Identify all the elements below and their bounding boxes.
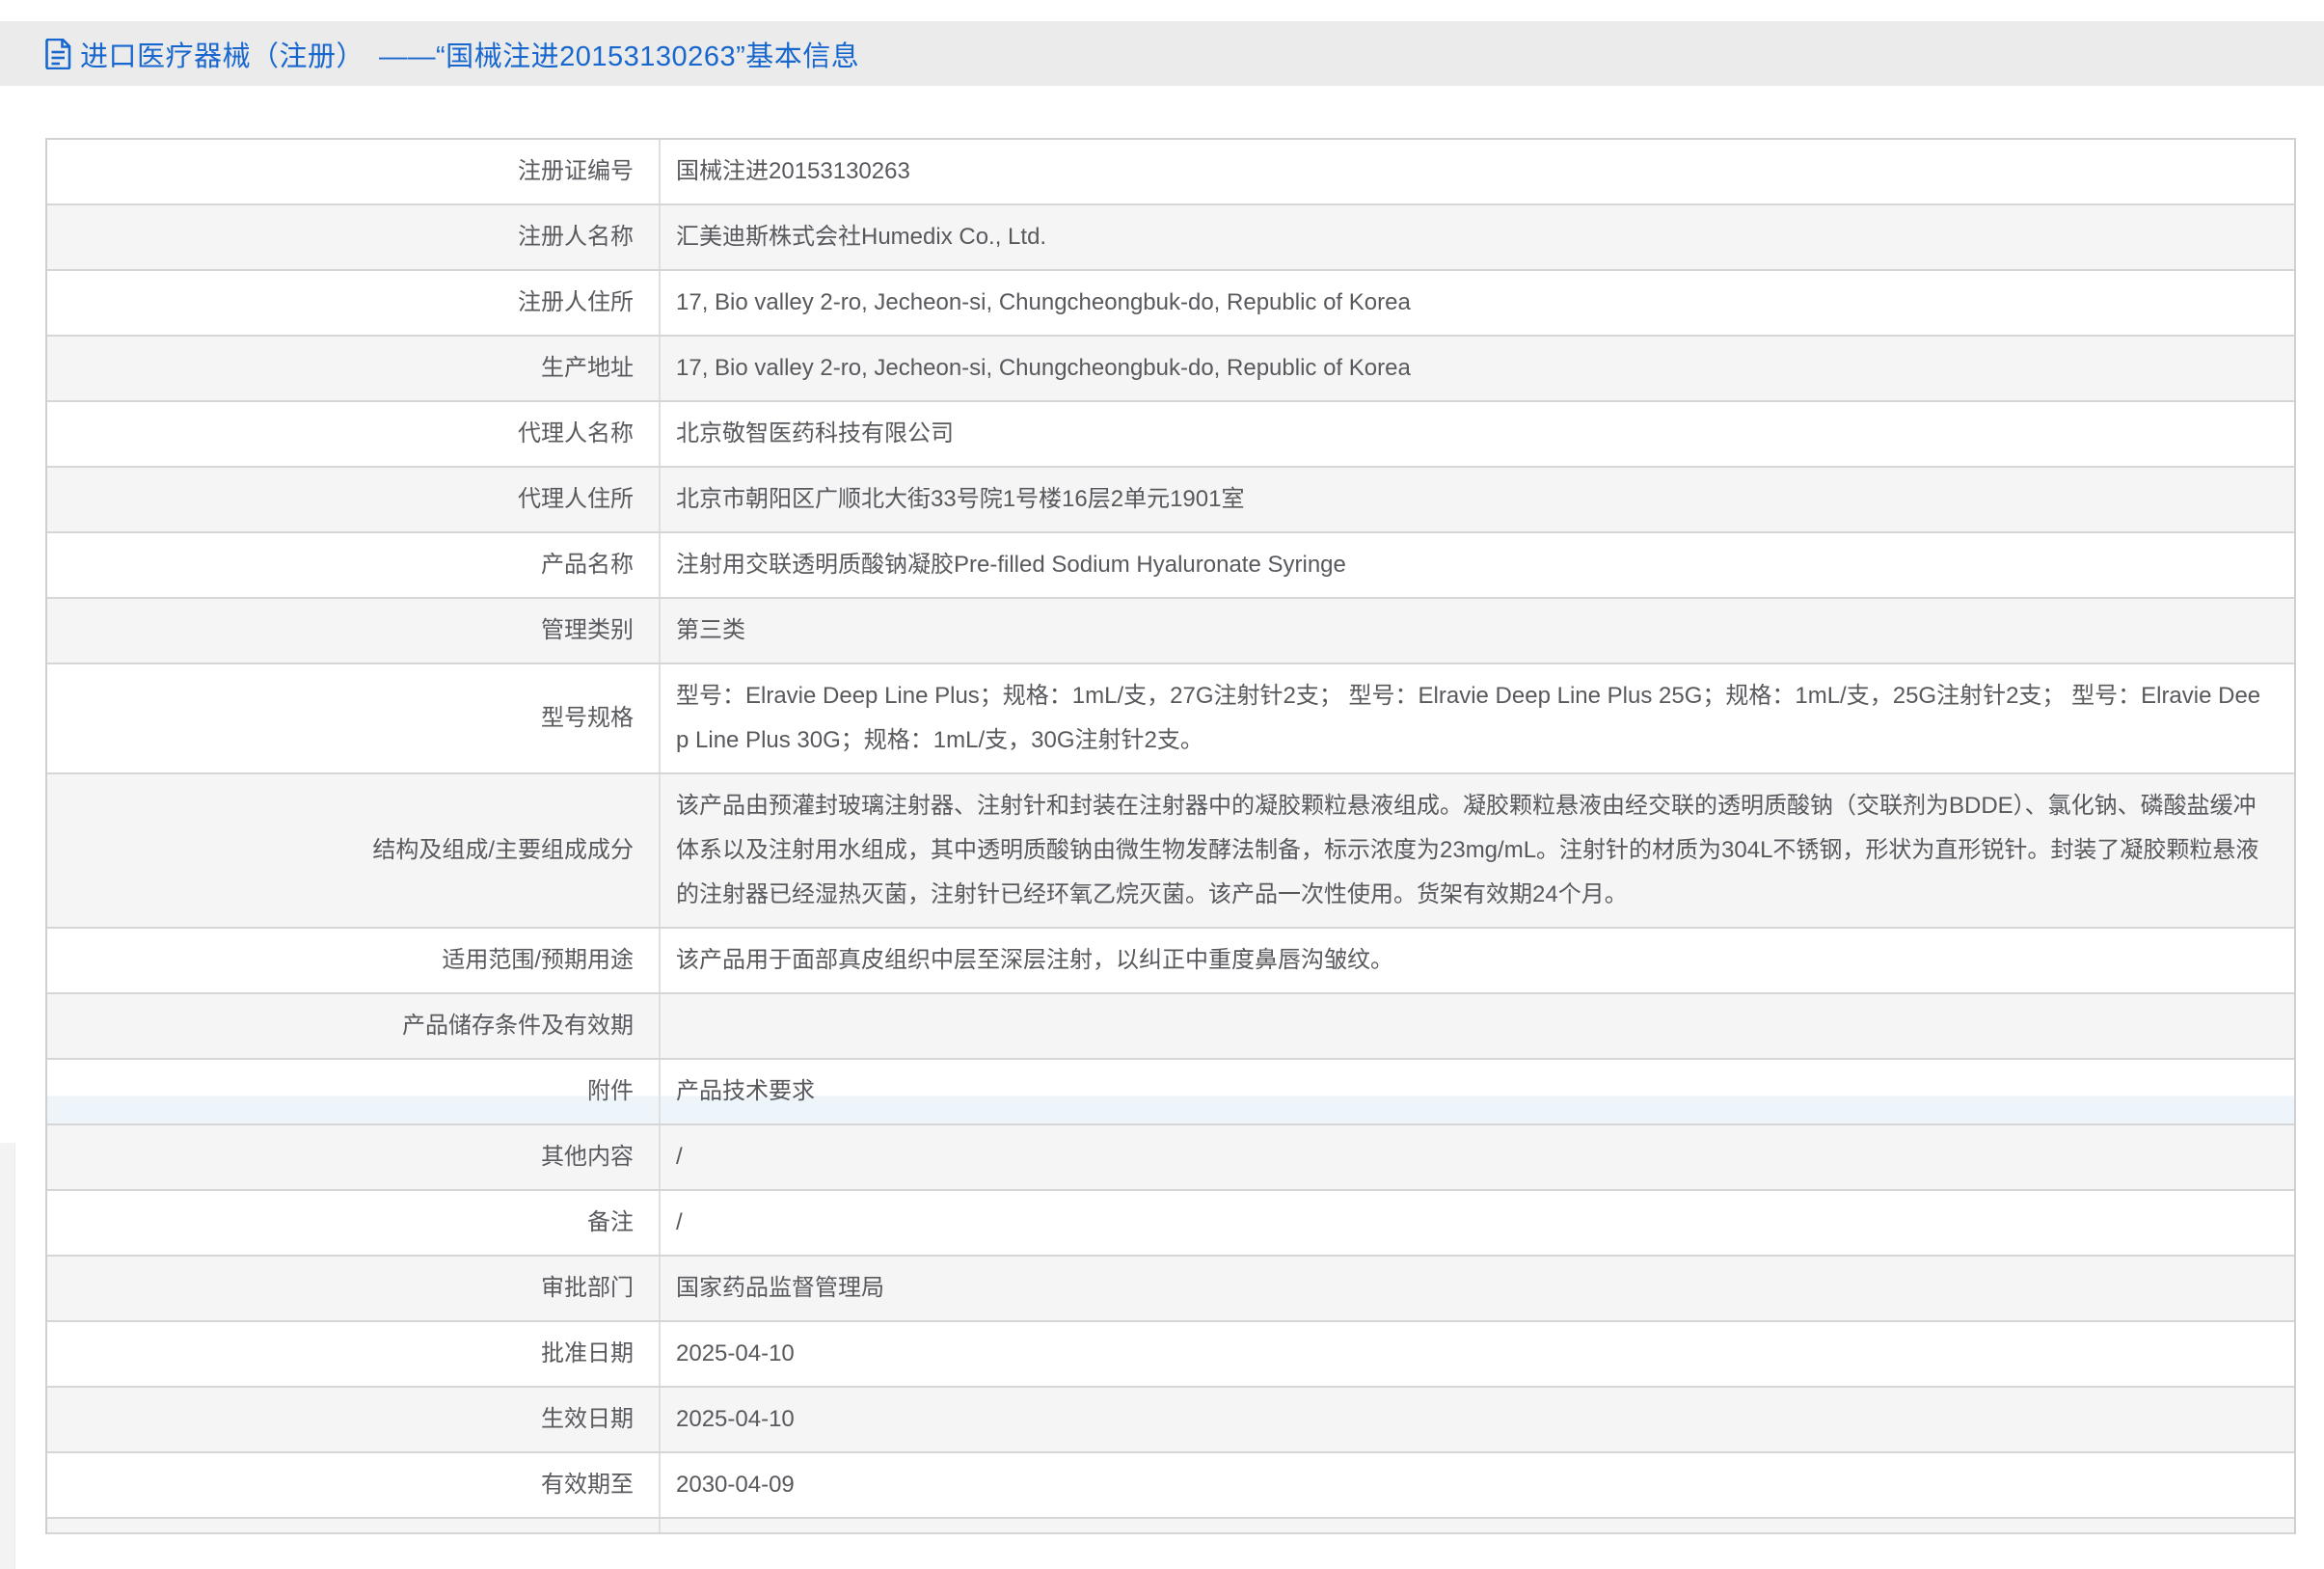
row-label xyxy=(47,1519,661,1532)
table-row: 备注/ xyxy=(47,1191,2294,1257)
row-value: 汇美迪斯株式会社Humedix Co., Ltd. xyxy=(661,205,2294,269)
row-value: 第三类 xyxy=(661,599,2294,663)
row-label: 结构及组成/主要组成成分 xyxy=(47,774,661,927)
table-row: 代理人名称北京敬智医药科技有限公司 xyxy=(47,402,2294,468)
row-label: 型号规格 xyxy=(47,664,661,772)
row-value: 17, Bio valley 2-ro, Jecheon-si, Chungch… xyxy=(661,337,2294,400)
row-value: 国械注进20153130263 xyxy=(661,140,2294,203)
table-row: 注册证编号国械注进20153130263 xyxy=(47,140,2294,205)
table-row: 注册人名称汇美迪斯株式会社Humedix Co., Ltd. xyxy=(47,205,2294,271)
row-value: 17, Bio valley 2-ro, Jecheon-si, Chungch… xyxy=(661,271,2294,335)
row-label: 注册人名称 xyxy=(47,205,661,269)
row-value xyxy=(661,994,2294,1058)
table-row: 生产地址17, Bio valley 2-ro, Jecheon-si, Chu… xyxy=(47,337,2294,402)
row-label: 产品名称 xyxy=(47,533,661,597)
row-label: 生效日期 xyxy=(47,1388,661,1451)
row-value: / xyxy=(661,1191,2294,1255)
row-label: 管理类别 xyxy=(47,599,661,663)
table-row: 有效期至2030-04-09 xyxy=(47,1453,2294,1519)
row-label: 代理人住所 xyxy=(47,468,661,531)
row-label: 批准日期 xyxy=(47,1322,661,1386)
row-label: 生产地址 xyxy=(47,337,661,400)
table-row: 注册人住所17, Bio valley 2-ro, Jecheon-si, Ch… xyxy=(47,271,2294,337)
row-label: 有效期至 xyxy=(47,1453,661,1517)
row-value: 2025-04-10 xyxy=(661,1388,2294,1451)
row-value: 该产品由预灌封玻璃注射器、注射针和封装在注射器中的凝胶颗粒悬液组成。凝胶颗粒悬液… xyxy=(661,774,2294,927)
row-value: 北京市朝阳区广顺北大街33号院1号楼16层2单元1901室 xyxy=(661,468,2294,531)
registration-table: 注册证编号国械注进20153130263注册人名称汇美迪斯株式会社Humedix… xyxy=(45,138,2296,1534)
table-row: 型号规格型号：Elravie Deep Line Plus；规格：1mL/支，2… xyxy=(47,664,2294,774)
row-label: 备注 xyxy=(47,1191,661,1255)
row-value: / xyxy=(661,1125,2294,1189)
table-row: 附件产品技术要求 xyxy=(47,1060,2294,1125)
table-row: 生效日期2025-04-10 xyxy=(47,1388,2294,1453)
title-band: 进口医疗器械（注册） ——“国械注进20153130263”基本信息 xyxy=(0,21,2324,86)
table-row: 产品名称注射用交联透明质酸钠凝胶Pre-filled Sodium Hyalur… xyxy=(47,533,2294,599)
row-label: 注册人住所 xyxy=(47,271,661,335)
row-value: 型号：Elravie Deep Line Plus；规格：1mL/支，27G注射… xyxy=(661,664,2294,772)
row-label: 代理人名称 xyxy=(47,402,661,466)
document-icon xyxy=(45,39,71,69)
row-value: 2025-04-10 xyxy=(661,1322,2294,1386)
row-value: 该产品用于面部真皮组织中层至深层注射，以纠正中重度鼻唇沟皱纹。 xyxy=(661,929,2294,992)
row-label: 注册证编号 xyxy=(47,140,661,203)
table-row: 结构及组成/主要组成成分该产品由预灌封玻璃注射器、注射针和封装在注射器中的凝胶颗… xyxy=(47,774,2294,929)
row-value: 北京敬智医药科技有限公司 xyxy=(661,402,2294,466)
page-title: 进口医疗器械（注册） ——“国械注进20153130263”基本信息 xyxy=(80,34,859,74)
row-label: 审批部门 xyxy=(47,1257,661,1320)
table-row: 其他内容/ xyxy=(47,1125,2294,1191)
row-label: 适用范围/预期用途 xyxy=(47,929,661,992)
row-label: 附件 xyxy=(47,1060,661,1123)
table-row-cutoff xyxy=(47,1519,2294,1534)
page-background-gutter xyxy=(0,1143,15,1569)
table-row: 批准日期2025-04-10 xyxy=(47,1322,2294,1388)
row-label: 产品储存条件及有效期 xyxy=(47,994,661,1058)
row-value[interactable]: 产品技术要求 xyxy=(661,1060,2294,1123)
row-value xyxy=(661,1519,2294,1532)
row-value: 国家药品监督管理局 xyxy=(661,1257,2294,1320)
table-row: 代理人住所北京市朝阳区广顺北大街33号院1号楼16层2单元1901室 xyxy=(47,468,2294,533)
row-value: 2030-04-09 xyxy=(661,1453,2294,1517)
table-row: 适用范围/预期用途该产品用于面部真皮组织中层至深层注射，以纠正中重度鼻唇沟皱纹。 xyxy=(47,929,2294,994)
row-label: 其他内容 xyxy=(47,1125,661,1189)
row-value: 注射用交联透明质酸钠凝胶Pre-filled Sodium Hyaluronat… xyxy=(661,533,2294,597)
table-row: 审批部门国家药品监督管理局 xyxy=(47,1257,2294,1322)
table-row: 管理类别第三类 xyxy=(47,599,2294,664)
table-row: 产品储存条件及有效期 xyxy=(47,994,2294,1060)
